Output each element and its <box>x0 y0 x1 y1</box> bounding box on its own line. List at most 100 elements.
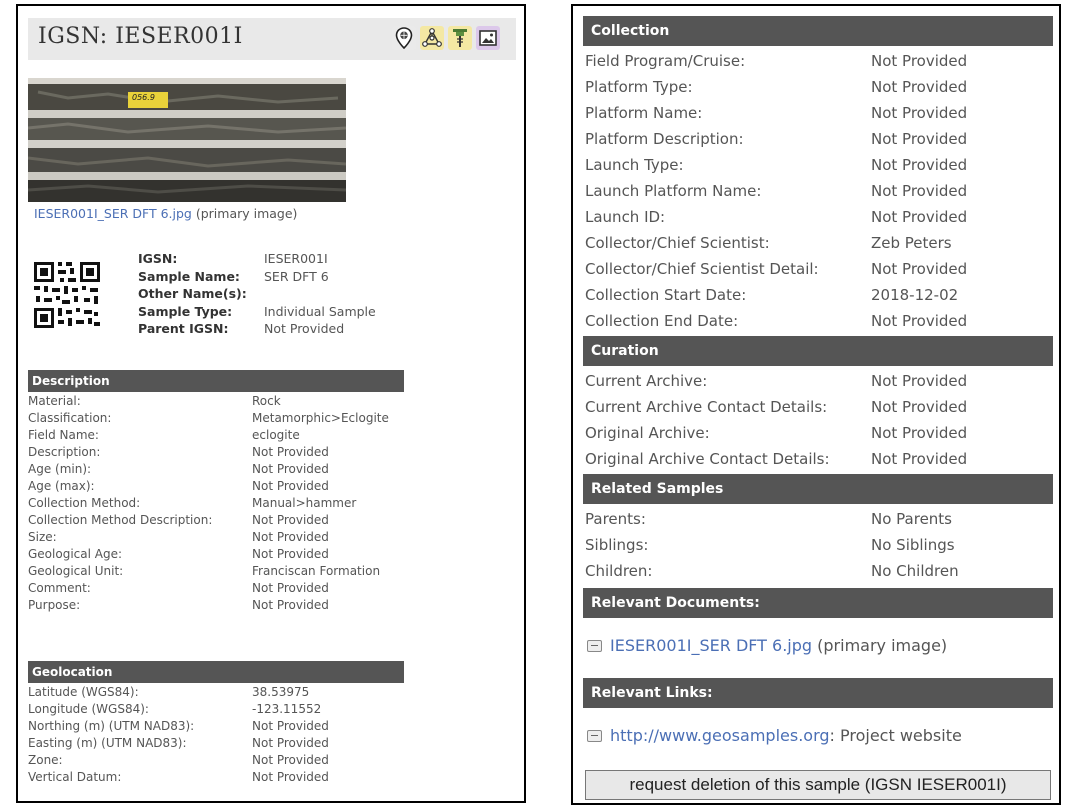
field-value: Not Provided <box>871 424 968 442</box>
field-label: Field Program/Cruise: <box>585 52 746 70</box>
summary-value: Not Provided <box>264 321 345 336</box>
field-value: Not Provided <box>871 208 968 226</box>
table-row: Current Archive: Not Provided <box>585 368 1045 394</box>
field-value: No Parents <box>871 510 952 528</box>
field-value: Not Provided <box>252 770 329 784</box>
summary-label: Other Name(s): <box>138 286 247 301</box>
table-row: Field Program/Cruise: Not Provided <box>585 48 1045 74</box>
field-label: Easting (m) (UTM NAD83): <box>28 736 187 750</box>
table-row: Siblings: No Siblings <box>585 532 1045 558</box>
table-row: Vertical Datum: Not Provided <box>28 769 404 786</box>
field-label: Launch ID: <box>585 208 666 226</box>
field-value: Not Provided <box>252 530 329 544</box>
sample-summary-table: IGSN: IESER001I Sample Name: SER DFT 6 Oth… <box>135 250 379 338</box>
table-row: Comment: Not Provided <box>28 580 404 597</box>
field-label: Zone: <box>28 753 63 767</box>
relevant-documents-section-header: Relevant Documents: <box>583 588 1053 618</box>
gallery-icon[interactable] <box>476 26 500 50</box>
summary-row: Other Name(s): <box>135 285 379 303</box>
table-row: Launch Type: Not Provided <box>585 152 1045 178</box>
field-value: Not Provided <box>871 398 968 416</box>
field-label: Field Name: <box>28 428 99 442</box>
field-value: Not Provided <box>871 450 968 468</box>
field-label: Siblings: <box>585 536 649 554</box>
summary-row: Sample Name: SER DFT 6 <box>135 268 379 286</box>
table-row: Latitude (WGS84): 38.53975 <box>28 684 404 701</box>
field-label: Collection Method Description: <box>28 513 213 527</box>
field-value: -123.11552 <box>252 702 322 716</box>
core-box-label: 056.9 <box>132 93 155 102</box>
field-label: Geological Unit: <box>28 564 124 578</box>
table-row: Northing (m) (UTM NAD83): Not Provided <box>28 718 404 735</box>
field-label: Classification: <box>28 411 112 425</box>
table-row: Size: Not Provided <box>28 529 404 546</box>
field-label: Original Archive Contact Details: <box>585 450 830 468</box>
document-icon <box>587 639 602 652</box>
field-value: eclogite <box>252 428 300 442</box>
relevant-document-item: IESER001I_SER DFT 6.jpg (primary image) <box>587 636 947 655</box>
document-suffix: (primary image) <box>812 636 948 655</box>
table-row: Original Archive Contact Details: Not Pro… <box>585 446 1045 472</box>
summary-value: SER DFT 6 <box>264 268 329 284</box>
field-label: Platform Name: <box>585 104 703 122</box>
field-value: Not Provided <box>871 78 968 96</box>
table-row: Age (max): Not Provided <box>28 478 404 495</box>
field-label: Vertical Datum: <box>28 770 122 784</box>
request-deletion-button[interactable]: request deletion of this sample (IGSN IE… <box>585 770 1051 800</box>
table-row: Current Archive Contact Details: Not Prov… <box>585 394 1045 420</box>
field-label: Children: <box>585 562 653 580</box>
field-value: Not Provided <box>871 130 968 148</box>
field-label: Current Archive Contact Details: <box>585 398 828 416</box>
field-value: Not Provided <box>871 260 968 278</box>
relevant-link-item: http://www.geosamples.org: Project websi… <box>587 726 962 745</box>
field-value: Not Provided <box>252 736 329 750</box>
related-samples-section-header: Related Samples <box>583 474 1053 504</box>
summary-label: IGSN: <box>138 251 178 266</box>
sample-detail-right-panel: Collection Field Program/Cruise: Not Prov… <box>571 4 1061 805</box>
field-value: Not Provided <box>871 372 968 390</box>
related-samples-table: Parents: No Parents Siblings: No Siblings … <box>585 506 1045 584</box>
table-row: Collection Start Date: 2018-12-02 <box>585 282 1045 308</box>
document-link[interactable]: IESER001I_SER DFT 6.jpg <box>610 636 812 655</box>
field-value: Not Provided <box>252 513 329 527</box>
field-label: Collection End Date: <box>585 312 739 330</box>
table-row: Geological Unit: Franciscan Formation <box>28 563 404 580</box>
table-row: Field Name: eclogite <box>28 427 404 444</box>
field-value: Zeb Peters <box>871 234 952 252</box>
table-row: Children: No Children <box>585 558 1045 584</box>
field-value: Not Provided <box>871 104 968 122</box>
field-value: Not Provided <box>252 753 329 767</box>
image-caption: IESER001I_SER DFT 6.jpg (primary image) <box>34 206 297 221</box>
field-label: Comment: <box>28 581 91 595</box>
geolocation-section-header: Geolocation <box>28 661 404 683</box>
collection-section-header: Collection <box>583 16 1053 46</box>
field-label: Age (min): <box>28 462 92 476</box>
map-pin-icon[interactable] <box>392 26 416 50</box>
field-label: Current Archive: <box>585 372 708 390</box>
sample-core-photo[interactable]: 056.9 <box>28 78 346 202</box>
field-value: Not Provided <box>871 156 968 174</box>
table-row: Launch ID: Not Provided <box>585 204 1045 230</box>
image-link[interactable]: IESER001I_SER DFT 6.jpg <box>34 206 192 221</box>
drill-icon[interactable] <box>448 26 472 50</box>
field-value: Metamorphic>Eclogite <box>252 411 389 425</box>
project-website-link[interactable]: http://www.geosamples.org <box>610 726 830 745</box>
collection-table: Field Program/Cruise: Not Provided Platfo… <box>585 48 1045 334</box>
table-row: Classification: Metamorphic>Eclogite <box>28 410 404 427</box>
link-icon <box>587 729 602 742</box>
table-row: Purpose: Not Provided <box>28 597 404 614</box>
field-label: Geological Age: <box>28 547 123 561</box>
page-title: IGSN: IESER001I <box>38 24 243 49</box>
description-section-header: Description <box>28 370 404 392</box>
relevant-links-section-header: Relevant Links: <box>583 678 1053 708</box>
field-label: Collector/Chief Scientist: <box>585 234 770 252</box>
field-value: Not Provided <box>871 52 968 70</box>
molecule-icon[interactable] <box>420 26 444 50</box>
field-label: Northing (m) (UTM NAD83): <box>28 719 195 733</box>
description-table: Material: Rock Classification: Metamorphic… <box>28 393 404 614</box>
table-row: Easting (m) (UTM NAD83): Not Provided <box>28 735 404 752</box>
summary-label: Sample Name: <box>138 268 240 284</box>
summary-row: Sample Type: Individual Sample <box>135 303 379 321</box>
field-value: No Siblings <box>871 536 955 554</box>
field-value: Not Provided <box>252 581 329 595</box>
